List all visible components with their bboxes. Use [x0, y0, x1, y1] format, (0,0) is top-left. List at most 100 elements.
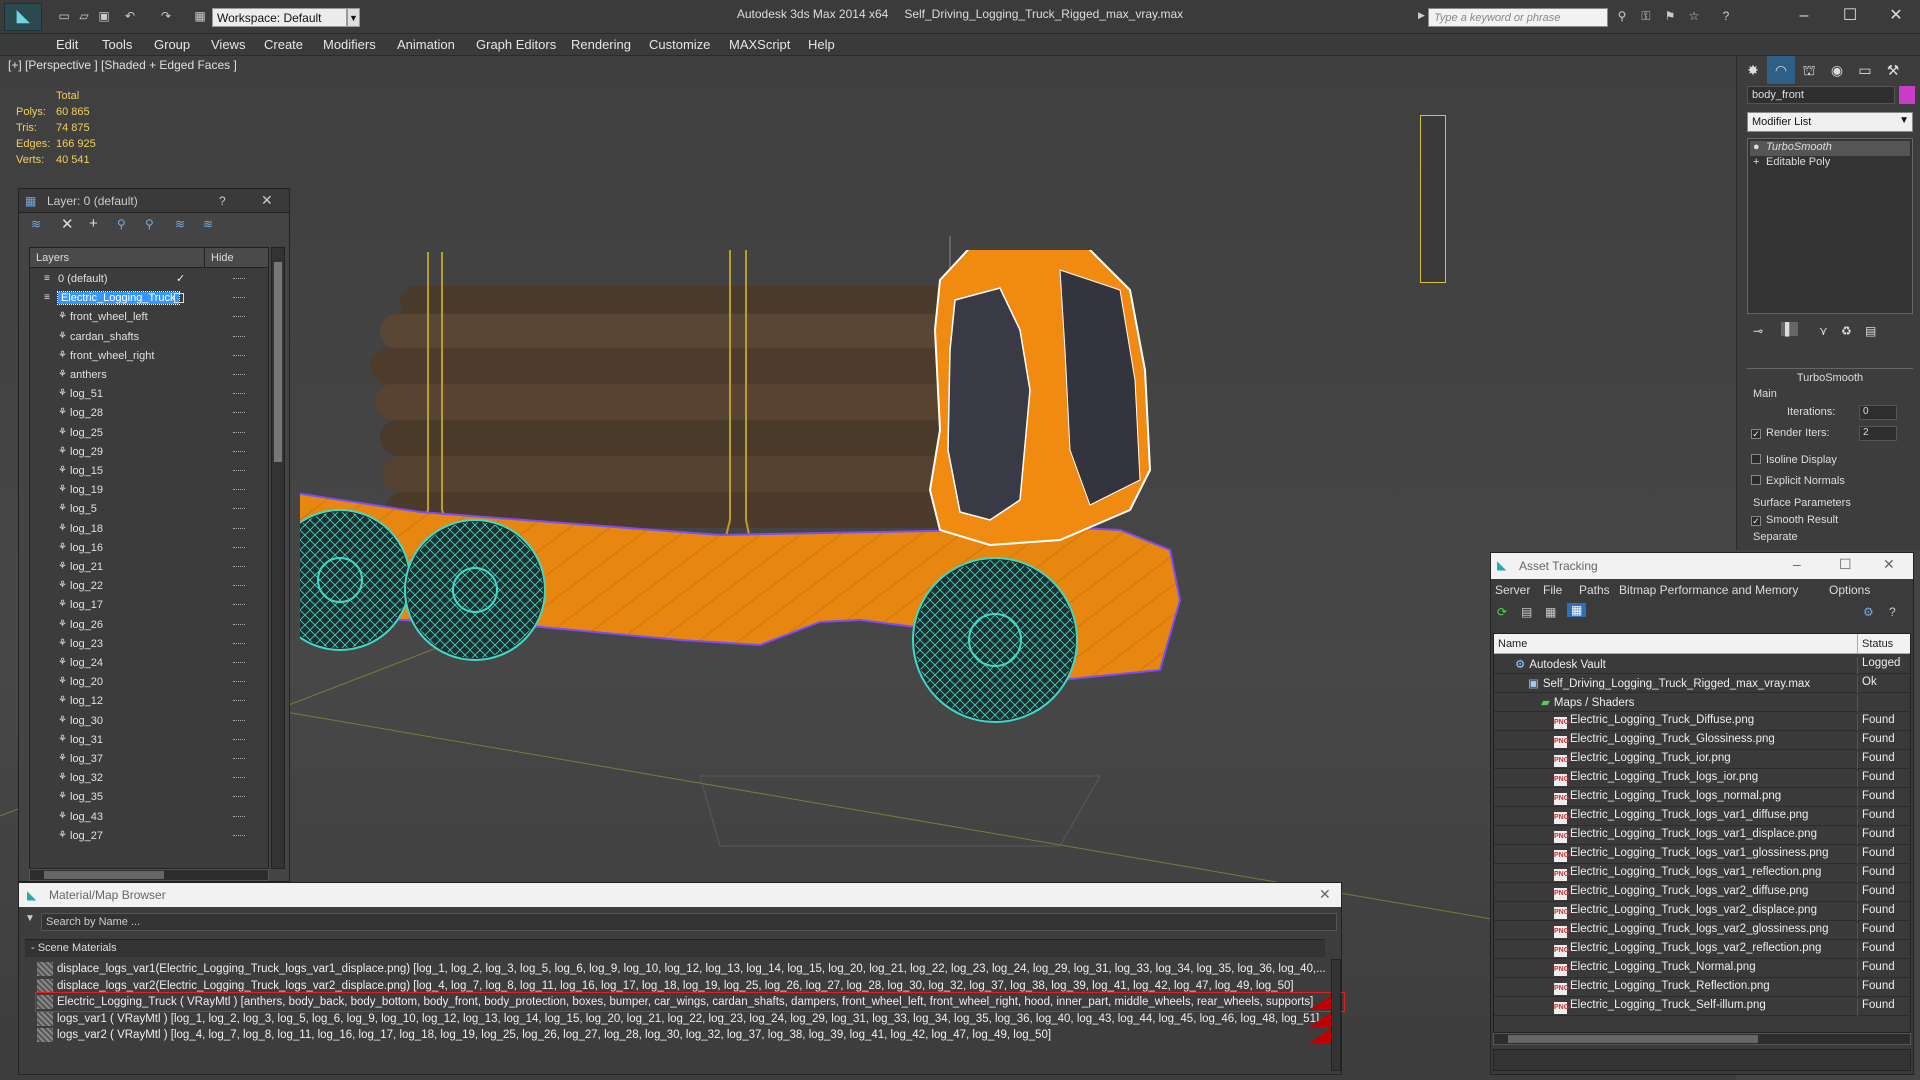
- scroll-thumb[interactable]: [274, 262, 282, 462]
- redo-icon[interactable]: ↷: [158, 8, 174, 24]
- chevron-down-icon[interactable]: ▼: [347, 8, 360, 27]
- asset-row[interactable]: PNGElectric_Logging_Truck_Reflection.png…: [1494, 978, 1910, 997]
- material-row[interactable]: logs_var2 ( VRayMtl ) [log_4, log_7, log…: [35, 1025, 1345, 1045]
- hide-toggle[interactable]: [233, 546, 245, 549]
- make-unique-icon[interactable]: ⋎: [1819, 324, 1828, 338]
- stack-item-editable-poly[interactable]: + Editable Poly: [1750, 156, 1910, 171]
- material-browser-titlebar[interactable]: ◣ Material/Map Browser ✕: [19, 883, 1341, 907]
- render-iters-row[interactable]: ✓ Render Iters:: [1751, 427, 1830, 439]
- hide-toggle[interactable]: [233, 412, 245, 414]
- maximize-icon[interactable]: ☐: [1839, 556, 1852, 573]
- asset-row[interactable]: ▰ Maps / Shaders: [1494, 693, 1910, 712]
- menu-item-paths[interactable]: Paths: [1579, 583, 1610, 597]
- vertical-scrollbar[interactable]: [271, 247, 285, 869]
- hide-toggle[interactable]: [233, 354, 245, 357]
- minimize-icon[interactable]: –: [1793, 556, 1801, 572]
- thumbnail-view-icon[interactable]: ▦: [1545, 605, 1556, 619]
- menu-item-rendering[interactable]: Rendering: [571, 37, 631, 52]
- vault-options-icon[interactable]: ⚙: [1863, 605, 1874, 619]
- render-iters-spinner[interactable]: 2: [1859, 426, 1897, 441]
- hide-toggle[interactable]: [233, 604, 245, 606]
- asset-row[interactable]: PNGElectric_Logging_Truck_ior.png Found: [1494, 750, 1910, 769]
- layer-row[interactable]: ⚘ log_12: [30, 692, 260, 711]
- menu-item-bitmap-performance[interactable]: Bitmap Performance and Memory: [1619, 583, 1798, 597]
- layer-row[interactable]: ⚘ cardan_shafts: [30, 328, 260, 347]
- asset-row[interactable]: PNGElectric_Logging_Truck_logs_var2_diff…: [1494, 883, 1910, 902]
- layer-row[interactable]: ⚘ log_43: [30, 808, 260, 827]
- menu-item-server[interactable]: Server: [1495, 583, 1530, 597]
- layer-row[interactable]: ⚘ log_37: [30, 750, 260, 769]
- asset-row[interactable]: PNGElectric_Logging_Truck_logs_var1_glos…: [1494, 845, 1910, 864]
- chevron-down-icon[interactable]: ▼: [25, 913, 35, 924]
- menu-item-graph-editors[interactable]: Graph Editors: [476, 37, 556, 52]
- hide-toggle[interactable]: [233, 738, 245, 741]
- asset-row[interactable]: PNGElectric_Logging_Truck_logs_var1_diff…: [1494, 807, 1910, 826]
- freeze-all-icon[interactable]: ≋: [203, 217, 213, 231]
- asset-row[interactable]: PNGElectric_Logging_Truck_logs_var1_refl…: [1494, 864, 1910, 883]
- col-layers[interactable]: Layers: [36, 252, 69, 264]
- layer-row[interactable]: ⚘ log_30: [30, 712, 260, 731]
- utilities-tab-icon[interactable]: ⚒: [1879, 56, 1907, 84]
- hide-toggle[interactable]: [233, 777, 245, 779]
- save-icon[interactable]: ▣: [96, 8, 112, 24]
- viewport-label[interactable]: [+] [Perspective ] [Shaded + Edged Faces…: [8, 58, 237, 72]
- key-icon[interactable]: ⚿: [1638, 8, 1654, 24]
- new-file-icon[interactable]: ▭: [56, 8, 72, 24]
- hide-toggle[interactable]: [233, 431, 245, 434]
- object-color-swatch[interactable]: [1899, 86, 1915, 104]
- minimize-icon[interactable]: –: [1784, 4, 1824, 28]
- motion-tab-icon[interactable]: ◉: [1823, 56, 1851, 84]
- hide-toggle[interactable]: [233, 815, 245, 818]
- asset-row[interactable]: ⚙ Autodesk Vault Logged: [1494, 655, 1910, 674]
- layer-row[interactable]: ⚘ anthers: [30, 366, 260, 385]
- asset-row[interactable]: PNGElectric_Logging_Truck_Normal.png Foun…: [1494, 959, 1910, 978]
- hide-toggle[interactable]: [233, 470, 245, 472]
- layer-row[interactable]: ⚘ log_23: [30, 635, 260, 654]
- help-icon[interactable]: ?: [1718, 8, 1734, 24]
- material-search-input[interactable]: Search by Name ...: [41, 913, 1337, 931]
- menu-item-tools[interactable]: Tools: [102, 37, 132, 52]
- hide-toggle[interactable]: [233, 719, 245, 722]
- menu-item-views[interactable]: Views: [211, 37, 245, 52]
- table-view-icon[interactable]: ▦: [1567, 603, 1587, 617]
- layer-row[interactable]: ⚘ log_32: [30, 769, 260, 788]
- layer-row[interactable]: ⚘ log_17: [30, 596, 260, 615]
- col-name[interactable]: Name: [1498, 638, 1527, 650]
- layer-row[interactable]: ≡ 0 (default) ✓: [30, 270, 260, 289]
- hide-toggle[interactable]: [233, 700, 245, 702]
- asset-tracking-titlebar[interactable]: ◣ Asset Tracking – ☐ ✕: [1491, 553, 1913, 579]
- asset-row[interactable]: PNGElectric_Logging_Truck_Glossiness.png…: [1494, 731, 1910, 750]
- layer-row[interactable]: ⚘ front_wheel_left: [30, 308, 260, 327]
- asset-row[interactable]: PNGElectric_Logging_Truck_logs_var2_glos…: [1494, 921, 1910, 940]
- menu-item-options[interactable]: Options: [1829, 583, 1870, 597]
- open-file-icon[interactable]: ▱: [76, 8, 92, 24]
- layer-row[interactable]: ⚘ log_20: [30, 673, 260, 692]
- select-objects-icon[interactable]: ⚲: [117, 217, 126, 231]
- layer-row[interactable]: ⚘ front_wheel_right: [30, 347, 260, 366]
- binoculars-icon[interactable]: ⚲: [1614, 8, 1630, 24]
- chevron-right-icon[interactable]: ▶: [1418, 10, 1426, 24]
- hide-toggle[interactable]: [233, 585, 245, 587]
- hide-toggle[interactable]: [233, 508, 245, 510]
- hide-toggle[interactable]: [233, 450, 245, 453]
- search-input[interactable]: Type a keyword or phrase: [1428, 8, 1608, 27]
- app-logo-icon[interactable]: ◣: [4, 3, 42, 31]
- object-name-field[interactable]: body_front: [1747, 86, 1895, 104]
- hide-toggle[interactable]: [233, 758, 245, 760]
- menu-item-help[interactable]: Help: [808, 37, 835, 52]
- display-tab-icon[interactable]: ▭: [1851, 56, 1879, 84]
- asset-row[interactable]: PNGElectric_Logging_Truck_Self-illum.png…: [1494, 997, 1910, 1016]
- asset-row[interactable]: PNGElectric_Logging_Truck_logs_var2_disp…: [1494, 902, 1910, 921]
- modifier-list-dropdown[interactable]: Modifier List ▼: [1747, 112, 1913, 132]
- refresh-icon[interactable]: ⟳: [1497, 605, 1507, 619]
- layer-row[interactable]: ⚘ log_35: [30, 788, 260, 807]
- close-icon[interactable]: ✕: [261, 192, 273, 209]
- pin-stack-icon[interactable]: ⊸: [1753, 324, 1763, 338]
- layer-checkbox[interactable]: [174, 293, 184, 304]
- explicit-normals-checkbox[interactable]: Explicit Normals: [1751, 475, 1845, 487]
- current-layer-check-icon[interactable]: ✓: [176, 272, 185, 285]
- layer-row[interactable]: ⚘ log_51: [30, 385, 260, 404]
- layer-row[interactable]: ⚘ log_31: [30, 731, 260, 750]
- isoline-display-checkbox[interactable]: Isoline Display: [1751, 454, 1837, 466]
- layer-row[interactable]: ⚘ log_21: [30, 558, 260, 577]
